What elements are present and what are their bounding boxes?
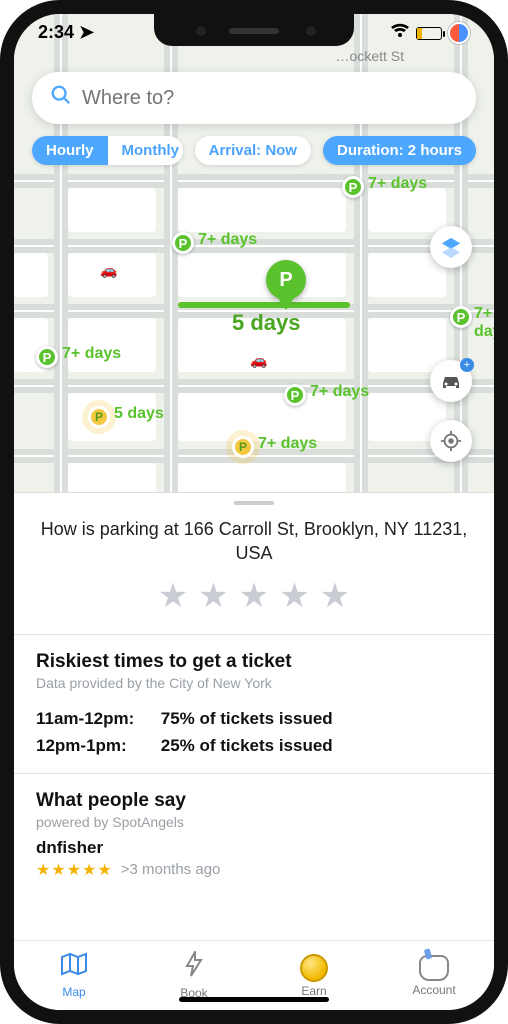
home-indicator[interactable]: [179, 997, 329, 1002]
spot-label: 5 days: [114, 405, 164, 423]
parking-spot-icon[interactable]: P: [172, 232, 194, 254]
rating-input[interactable]: ★ ★ ★ ★ ★: [14, 576, 494, 635]
risk-title: Riskiest times to get a ticket: [36, 651, 472, 673]
location-services-icon: ➤: [79, 22, 94, 43]
battery-icon: [416, 27, 442, 40]
reviews-subtitle: powered by SpotAngels: [36, 814, 472, 830]
details-panel[interactable]: How is parking at 166 Carroll St, Brookl…: [14, 492, 494, 940]
spot-label: 7+ days: [258, 435, 317, 453]
review-stars-icon: ★★★★★: [36, 860, 113, 880]
parking-spot-icon[interactable]: P: [450, 306, 472, 328]
duration-chip[interactable]: Duration: 2 hours: [323, 136, 476, 165]
star-icon[interactable]: ★: [320, 576, 350, 616]
car-mascot-icon: 🚗: [100, 262, 117, 279]
coin-icon: [300, 954, 328, 982]
selected-pin-label: 5 days: [232, 310, 301, 336]
spot-label: 7+ days: [368, 175, 427, 193]
selected-pin-icon[interactable]: P: [266, 260, 306, 300]
parking-spot-warn-icon[interactable]: P: [232, 436, 254, 458]
risk-row: 11am-12pm: 75% of tickets issued: [36, 705, 472, 732]
parking-spot-icon[interactable]: P: [342, 176, 364, 198]
phone-frame: 2:34 ➤: [0, 0, 508, 1024]
parking-spot-warn-icon[interactable]: P: [88, 406, 110, 428]
address-question: How is parking at 166 Carroll St, Brookl…: [14, 509, 494, 576]
mascot-icon: [419, 955, 449, 981]
segment-hourly[interactable]: Hourly: [32, 136, 108, 165]
tab-label: Earn: [301, 984, 326, 998]
risk-subtitle: Data provided by the City of New York: [36, 675, 472, 691]
star-icon[interactable]: ★: [279, 576, 309, 616]
review-username: dnfisher: [36, 838, 472, 858]
spot-label: 7+ days: [310, 383, 369, 401]
rate-type-segment[interactable]: Hourly Monthly: [32, 136, 183, 165]
risk-section: Riskiest times to get a ticket Data prov…: [14, 635, 494, 774]
map-icon: [60, 952, 88, 983]
search-bar[interactable]: [32, 72, 476, 124]
driving-mode-button[interactable]: +: [430, 360, 472, 402]
segment-monthly[interactable]: Monthly: [108, 136, 183, 165]
filter-chip-row: Hourly Monthly Arrival: Now Duration: 2 …: [32, 136, 476, 165]
wifi-icon: [390, 23, 410, 44]
search-icon: [50, 84, 72, 112]
notch: [154, 14, 354, 46]
spot-label: 7+ days: [474, 305, 494, 341]
plus-badge-icon: +: [460, 358, 474, 372]
review-age: >3 months ago: [121, 861, 221, 878]
layers-button[interactable]: [430, 226, 472, 268]
reviews-section: What people say powered by SpotAngels dn…: [14, 774, 494, 894]
car-mascot-icon: 🚗: [250, 352, 267, 369]
tab-label: Account: [412, 983, 455, 997]
bolt-icon: [184, 951, 204, 984]
street-name: …ockett St: [336, 48, 404, 64]
parking-spot-icon[interactable]: P: [36, 346, 58, 368]
tab-map[interactable]: Map: [14, 941, 134, 1010]
search-input[interactable]: [82, 87, 458, 110]
star-icon[interactable]: ★: [158, 576, 188, 616]
spot-label: 7+ days: [198, 231, 257, 249]
star-icon[interactable]: ★: [198, 576, 228, 616]
risk-row: 12pm-1pm: 25% of tickets issued: [36, 732, 472, 759]
arrival-chip[interactable]: Arrival: Now: [195, 136, 311, 165]
locate-me-button[interactable]: [430, 420, 472, 462]
reviews-title: What people say: [36, 790, 472, 812]
status-time: 2:34: [38, 22, 74, 42]
tab-label: Map: [62, 985, 85, 999]
parking-spot-icon[interactable]: P: [284, 384, 306, 406]
drag-handle[interactable]: [234, 501, 274, 505]
tab-account[interactable]: Account: [374, 941, 494, 1010]
star-icon[interactable]: ★: [239, 576, 269, 616]
spot-label: 7+ days: [62, 345, 121, 363]
compass-icon[interactable]: [448, 22, 470, 44]
